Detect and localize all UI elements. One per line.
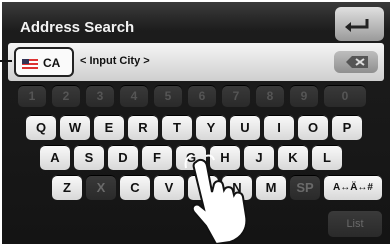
key-7: 7 xyxy=(222,85,250,107)
page-title: Address Search xyxy=(20,19,135,36)
key-6: 6 xyxy=(188,85,216,107)
key-2: 2 xyxy=(52,85,80,107)
character-mode-button[interactable]: A↔Ä↔# xyxy=(324,175,382,200)
key-y[interactable]: Y xyxy=(196,115,226,140)
key-9: 9 xyxy=(290,85,318,107)
key-d[interactable]: D xyxy=(108,145,138,170)
key-t[interactable]: T xyxy=(162,115,192,140)
back-arrow-icon xyxy=(345,19,369,32)
hand-pointer-icon xyxy=(184,154,248,244)
search-input-bar: CA < Input City > xyxy=(8,43,384,81)
key-o[interactable]: O xyxy=(298,115,328,140)
flag-icon xyxy=(22,59,38,69)
key-k[interactable]: K xyxy=(278,145,308,170)
delete-icon xyxy=(346,56,368,68)
key-r[interactable]: R xyxy=(128,115,158,140)
key-a[interactable]: A xyxy=(40,145,70,170)
key-v[interactable]: V xyxy=(154,175,184,200)
back-button[interactable] xyxy=(335,7,384,41)
country-select-button[interactable]: CA xyxy=(14,47,74,77)
key-p[interactable]: P xyxy=(332,115,362,140)
key-f[interactable]: F xyxy=(142,145,172,170)
key-e[interactable]: E xyxy=(94,115,124,140)
key-l[interactable]: L xyxy=(312,145,342,170)
key-z[interactable]: Z xyxy=(52,175,82,200)
city-input-field[interactable]: < Input City > xyxy=(80,55,150,67)
callout-line xyxy=(0,60,12,62)
key-4: 4 xyxy=(120,85,148,107)
key-c[interactable]: C xyxy=(120,175,150,200)
key-s[interactable]: S xyxy=(74,145,104,170)
key-u[interactable]: U xyxy=(230,115,260,140)
key-w[interactable]: W xyxy=(60,115,90,140)
address-search-screen: Address Search CA < Input City > 1 2 3 4… xyxy=(2,2,390,244)
key-space: SP xyxy=(290,175,320,200)
key-5: 5 xyxy=(154,85,182,107)
key-8: 8 xyxy=(256,85,284,107)
key-x: X xyxy=(86,175,116,200)
key-i[interactable]: I xyxy=(264,115,294,140)
header-bar: Address Search xyxy=(2,2,390,42)
key-0: 0 xyxy=(324,85,366,107)
key-3: 3 xyxy=(86,85,114,107)
key-1: 1 xyxy=(18,85,46,107)
key-q[interactable]: Q xyxy=(26,115,56,140)
country-code: CA xyxy=(43,56,61,70)
delete-button[interactable] xyxy=(334,51,378,73)
list-button: List xyxy=(328,211,382,237)
